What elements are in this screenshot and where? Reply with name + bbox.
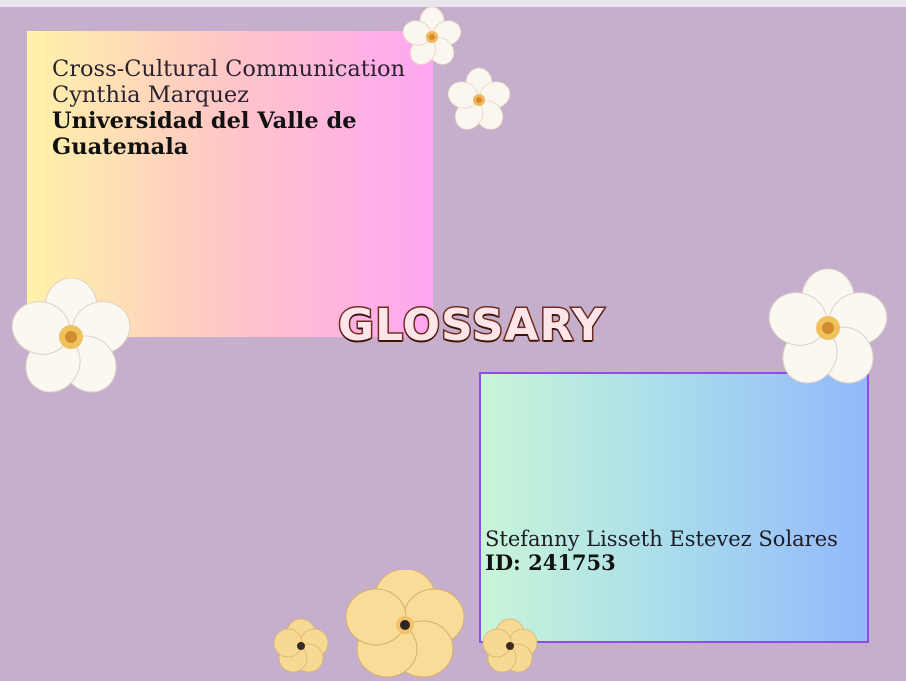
- student-name: Stefanny Lisseth Estevez Solares: [485, 527, 838, 551]
- teacher-name: Cynthia Marquez: [52, 82, 249, 108]
- white-flower-icon: [447, 67, 511, 130]
- white-flower-icon: [402, 6, 462, 65]
- yellow-flower-icon: [273, 618, 329, 673]
- university-name: Universidad del Valle de Guatemala: [52, 108, 357, 160]
- white-flower-icon: [11, 278, 131, 393]
- course-name: Cross-Cultural Communication: [52, 56, 406, 82]
- student-id: ID: 241753: [485, 550, 616, 575]
- student-info-card: [479, 372, 869, 643]
- yellow-flower-icon: [482, 618, 538, 673]
- white-flower-icon: [768, 268, 888, 384]
- yellow-flower-icon: [345, 570, 465, 678]
- slide-title: GLOSSARY: [337, 299, 606, 353]
